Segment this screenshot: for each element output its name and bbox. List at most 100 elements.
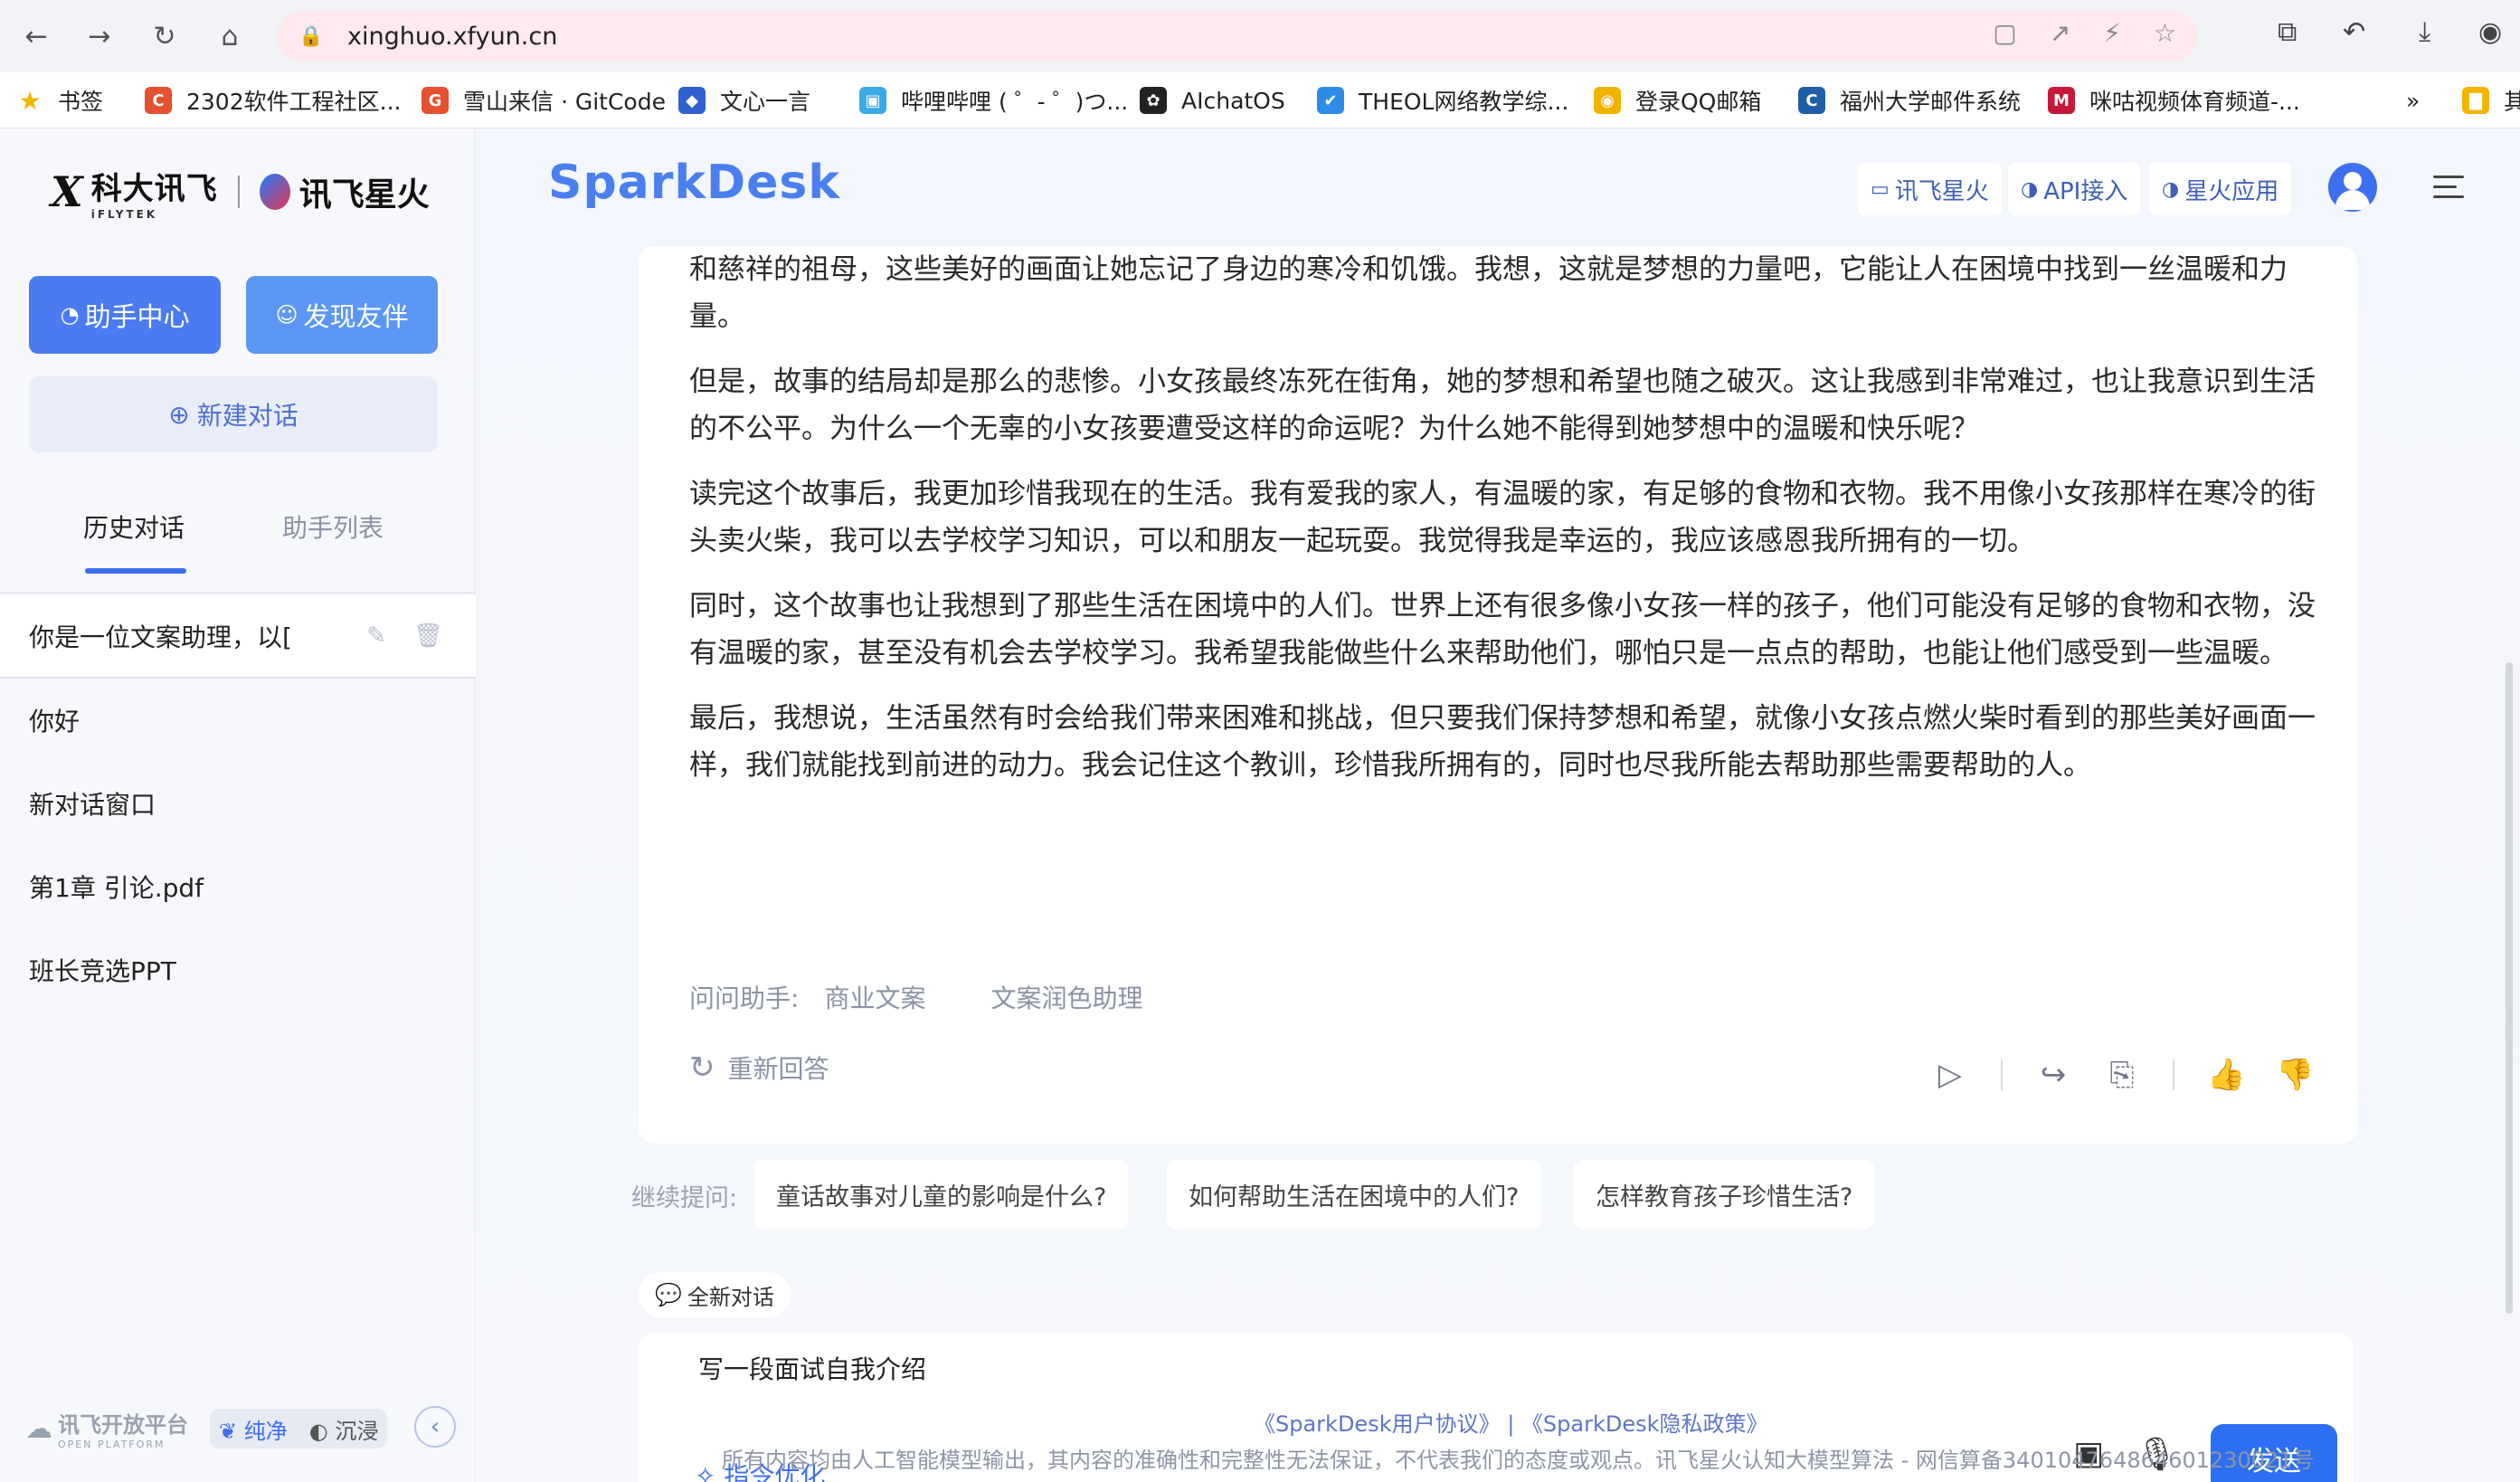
trash-icon[interactable]: 🗑 [413, 622, 443, 650]
bookmark-item[interactable]: ▣ 哔哩哔哩 ( ゜- ゜)つ... [859, 81, 1128, 119]
menu-icon[interactable] [2433, 176, 2464, 205]
share-icon[interactable]: ↗ [2050, 18, 2070, 48]
answer-paragraph: 但是，故事的结局却是那么的悲惨。小女孩最终冻死在街角，她的梦想和希望也随之破灭。… [689, 366, 2316, 445]
divider [2173, 1059, 2174, 1090]
footer-links[interactable]: 《SparkDesk用户协议》 | 《SparkDesk隐私政策》 [1254, 1406, 1768, 1438]
copy-icon[interactable]: ⎘ [2104, 1057, 2140, 1093]
new-conversation-tag[interactable]: 💬 全新对话 [639, 1272, 791, 1317]
assistant-center-button[interactable]: ◔ 助手中心 [29, 276, 221, 354]
discover-button[interactable]: ☺ 发现友伴 [246, 276, 438, 354]
apps-icon: ◑ [2162, 177, 2180, 201]
bookmark-item[interactable]: ✿ AIchatOS [1140, 81, 1285, 119]
bookmark-label: 文心一言 [720, 89, 811, 115]
back-icon[interactable]: ← [13, 13, 60, 60]
followup-chip[interactable]: 童话故事对儿童的影响是什么? [754, 1160, 1129, 1229]
monitor-icon: ▭ [1871, 177, 1890, 201]
thumbs-up-icon[interactable]: 👍 [2207, 1057, 2245, 1093]
avatar[interactable] [2328, 163, 2377, 212]
iflytek-logo: X 科大讯飞 iFLYTEK [51, 167, 218, 221]
bookmark-label: 登录QQ邮箱 [1635, 89, 1762, 115]
bookmark-item[interactable]: ◆ 文心一言 [678, 81, 810, 119]
history-item[interactable]: 班长竞选PPT [0, 928, 476, 1012]
bookmark-item[interactable]: » [2406, 81, 2420, 119]
followup-chip[interactable]: 如何帮助生活在困境中的人们? [1167, 1160, 1541, 1229]
bookmark-label: 咪咕视频体育频道-... [2089, 89, 2300, 115]
bookmark-favicon-icon: ✔ [1317, 87, 1344, 114]
bookmark-favicon-icon: ▇ [2462, 87, 2489, 114]
extensions-icon[interactable]: ⧉ [2278, 16, 2297, 48]
spark-drop-icon [259, 174, 290, 210]
bookmark-item[interactable]: ✔ THEOL网络教学综... [1317, 81, 1568, 119]
thumbs-down-icon[interactable]: 👎 [2276, 1057, 2314, 1093]
collapse-sidebar-icon[interactable]: ‹ [414, 1406, 456, 1448]
followup-chip[interactable]: 怎样教育孩子珍惜生活? [1574, 1160, 1875, 1229]
ask-option-business[interactable]: 商业文案 [824, 979, 925, 1015]
mode-immersive[interactable]: ◐ 沉浸 [309, 1413, 379, 1445]
bookmark-favicon-icon: C [145, 87, 172, 114]
mode-switch[interactable]: ❦ 纯净 ◐ 沉浸 [210, 1409, 388, 1449]
divider [2001, 1059, 2003, 1090]
magic-wand-icon: ✧ [695, 1461, 716, 1482]
history-item[interactable]: 你好 [0, 679, 476, 762]
followup-label: 继续提问: [631, 1184, 738, 1212]
answer-card: 和慈祥的祖母，这些美好的画面让她忘记了身边的寒冷和饥饿。我想，这就是梦想的力量吧… [639, 246, 2357, 1144]
bookmark-item[interactable]: ▇ 其 [2462, 81, 2520, 119]
answer-actions: ▷ ↪ ⎘ 👍 👎 [1899, 1057, 2314, 1093]
link-apps[interactable]: ◑ 星火应用 [2149, 163, 2292, 215]
link-api[interactable]: ◑ API接入 [2008, 163, 2141, 215]
home-icon[interactable]: ⌂ [206, 13, 253, 60]
answer-text: 和慈祥的祖母，这些美好的画面让她忘记了身边的寒冷和饥饿。我想，这就是梦想的力量吧… [689, 246, 2317, 807]
bookmark-favicon-icon: C [1798, 87, 1825, 114]
link-xinghuo[interactable]: ▭ 讯飞星火 [1858, 163, 2002, 215]
footer-disclaimer: 所有内容均由人工智能模型输出，其内容的准确性和完整性无法保证，不代表我们的态度或… [722, 1448, 2315, 1473]
app-root: X 科大讯飞 iFLYTEK 讯飞星火 ◔ 助手中心 ☺ 发现友伴 ⊕ 新建对话 [0, 128, 2520, 1482]
bookmark-label: » [2406, 87, 2421, 114]
regenerate-button[interactable]: ↻ 重新回答 [689, 1050, 829, 1086]
forward-icon[interactable]: → [76, 13, 123, 60]
mode-pure[interactable]: ❦ 纯净 [219, 1413, 288, 1445]
open-platform-logo: ☁ 讯飞开放平台 OPEN PLATFORM [25, 1412, 188, 1450]
sidebar: X 科大讯飞 iFLYTEK 讯飞星火 ◔ 助手中心 ☺ 发现友伴 ⊕ 新建对话 [0, 128, 476, 1482]
bookmark-item[interactable]: C 福州大学邮件系统 [1798, 81, 2021, 119]
tab-history[interactable]: 历史对话 [83, 508, 185, 545]
bookmark-item[interactable]: ★ 书签 [16, 81, 103, 119]
address-bar[interactable]: 🔒 xinghuo.xfyun.cn ▢ ↗ ⚡ ☆ [277, 11, 2198, 62]
answer-paragraph: 同时，这个故事也让我想到了那些生活在困境中的人们。世界上还有很多像小女孩一样的孩… [689, 590, 2316, 670]
sidebar-tabs: 历史对话 助手列表 [0, 508, 476, 581]
bookmarks-bar: ★ 书签 C 2302软件工程社区... G 雪山来信 · GitCode ◆ 文心一言 ▣ 哔哩… [0, 72, 2520, 128]
bookmark-label: 2302软件工程社区... [186, 89, 402, 115]
download-icon[interactable]: ⤓ [2419, 16, 2430, 48]
share-icon[interactable]: ↪ [2035, 1057, 2071, 1093]
api-icon: ◑ [2021, 177, 2039, 201]
clipboard-icon[interactable]: ▢ [1993, 18, 2016, 48]
edit-icon[interactable]: ✎ [366, 622, 386, 650]
play-icon[interactable]: ▷ [1932, 1057, 1968, 1093]
scrollbar[interactable] [2506, 662, 2513, 1314]
history-back-icon[interactable]: ↶ [2343, 16, 2365, 48]
bookmark-favicon-icon: ◉ [1594, 87, 1621, 114]
history-item[interactable]: 你是一位文案助理，以[ ✎ 🗑 [0, 595, 476, 679]
new-chat-button[interactable]: ⊕ 新建对话 [29, 376, 438, 452]
sidebar-footer: ☁ 讯飞开放平台 OPEN PLATFORM ❦ 纯净 ◐ 沉浸 [25, 1406, 388, 1451]
bookmark-item[interactable]: M 咪咕视频体育频道-... [2048, 81, 2300, 119]
input-value[interactable]: 写一段面试自我介绍 [698, 1350, 926, 1386]
bookmark-item[interactable]: ◉ 登录QQ邮箱 [1594, 81, 1761, 119]
tab-assistants[interactable]: 助手列表 [282, 508, 384, 545]
bookmark-favicon-icon: ▣ [859, 87, 886, 114]
history-item[interactable]: 新对话窗口 [0, 762, 476, 845]
cloud-icon: ☁ [25, 1412, 52, 1445]
page-title: SparkDesk [548, 156, 840, 210]
bolt-icon[interactable]: ⚡ [2103, 18, 2121, 48]
history-item[interactable]: 第1章 引论.pdf [0, 845, 476, 928]
bookmark-item[interactable]: G 雪山来信 · GitCode [422, 81, 666, 119]
ask-option-polish[interactable]: 文案润色助理 [990, 979, 1142, 1015]
brand-logos: X 科大讯飞 iFLYTEK 讯飞星火 [51, 165, 430, 221]
reload-icon[interactable]: ↻ [141, 13, 188, 60]
bookmark-item[interactable]: C 2302软件工程社区... [145, 81, 401, 119]
logo-divider [237, 176, 240, 208]
profile-icon[interactable]: ◉ [2478, 16, 2502, 48]
bookmark-favicon-icon: ★ [18, 85, 42, 116]
star-icon[interactable]: ☆ [2154, 18, 2176, 48]
answer-paragraph: 最后，我想说，生活虽然有时会给我们带来困难和挑战，但只要我们保持梦想和希望，就像… [689, 702, 2316, 782]
bookmark-favicon-icon: M [2048, 87, 2075, 114]
